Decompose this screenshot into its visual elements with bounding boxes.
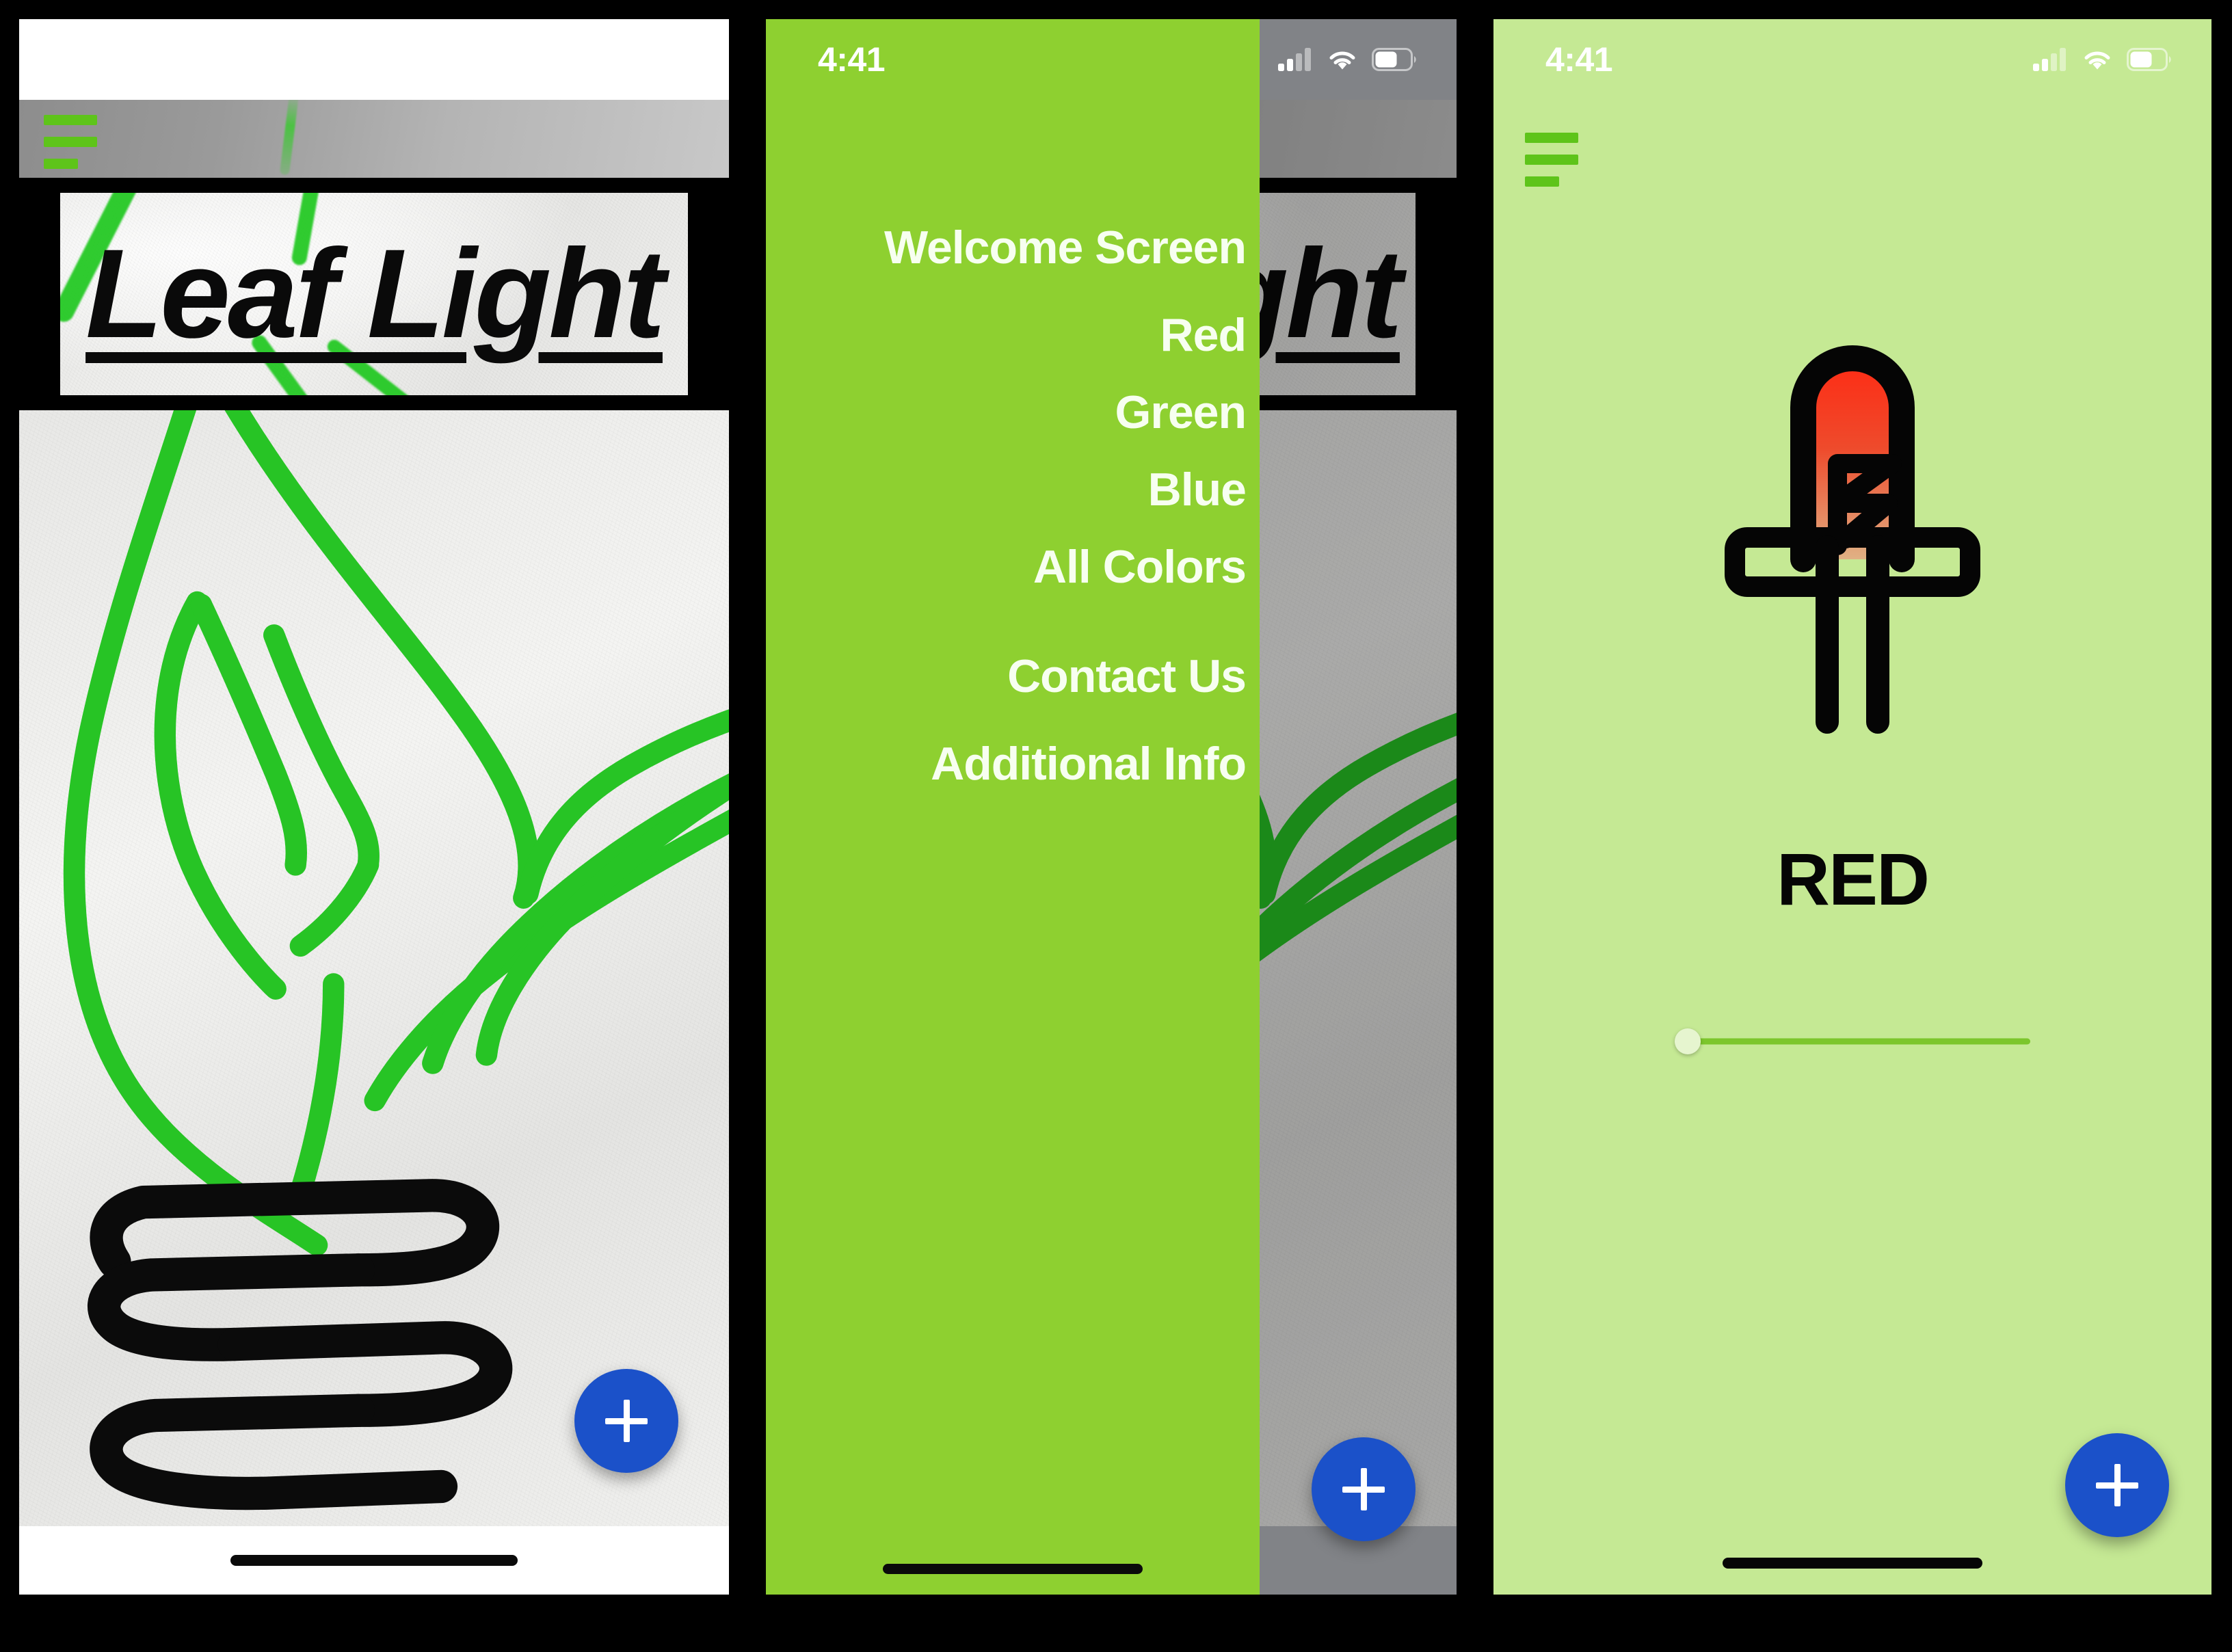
phone-screen-welcome: Leaf Light <box>19 19 729 1595</box>
hamburger-bar-2 <box>44 137 97 147</box>
menu-item-contact-us[interactable]: Contact Us <box>1007 653 1247 700</box>
menu-item-all-colors[interactable]: All Colors <box>1033 544 1247 590</box>
slider-thumb[interactable] <box>1675 1028 1701 1054</box>
slider-track <box>1687 1038 2030 1045</box>
navigation-drawer: Welcome Screen Red Green Blue All Colors… <box>766 19 1260 1595</box>
wifi-icon <box>2084 51 2110 70</box>
page-title: Leaf Light <box>85 223 665 364</box>
leaf-lightbulb-drawing <box>63 410 729 1510</box>
plus-icon <box>2096 1464 2138 1506</box>
status-bar: 4:41 <box>766 19 1457 100</box>
welcome-nav-band <box>19 100 729 178</box>
hamburger-bar-1 <box>1525 133 1578 143</box>
add-button[interactable] <box>574 1369 678 1473</box>
screenshot-stage: Leaf Light Welcome Screen Red Green Blue… <box>0 0 2232 1652</box>
wifi-icon <box>1329 51 1355 70</box>
add-button[interactable] <box>2065 1433 2169 1537</box>
hamburger-menu-icon[interactable] <box>1525 133 1578 187</box>
phone-screen-drawer: Leaf Light <box>766 19 1457 1595</box>
welcome-screen: Leaf Light <box>19 19 729 1595</box>
plus-icon <box>1342 1468 1385 1510</box>
welcome-statusbar-spacer <box>19 19 729 100</box>
led-bulb-icon <box>1716 306 1989 747</box>
menu-item-green[interactable]: Green <box>1115 389 1247 436</box>
cellular-signal-icon <box>2033 48 2066 71</box>
status-bar: 4:41 <box>1493 19 2211 100</box>
hamburger-bar-3 <box>44 159 78 169</box>
hamburger-bar-1 <box>44 115 97 125</box>
color-label: RED <box>1776 838 1930 920</box>
led-bulb-graphic <box>1725 345 1980 734</box>
add-button[interactable] <box>1312 1437 1416 1541</box>
home-indicator[interactable] <box>883 1564 1143 1574</box>
menu-item-blue[interactable]: Blue <box>1148 466 1247 513</box>
hamburger-bar-3 <box>1525 176 1559 187</box>
brightness-slider[interactable] <box>1675 1021 2030 1062</box>
status-bar-icons <box>2032 47 2172 72</box>
status-bar-icons <box>1277 47 1417 72</box>
menu-item-red[interactable]: Red <box>1160 312 1247 358</box>
phone-screen-red: 4:41 RED <box>1493 19 2211 1595</box>
menu-item-additional-info[interactable]: Additional Info <box>931 741 1247 787</box>
app-title-paper: Leaf Light <box>60 193 688 395</box>
hamburger-menu-icon[interactable] <box>44 115 97 169</box>
status-bar-time: 4:41 <box>1545 40 1613 79</box>
plus-icon <box>605 1400 648 1442</box>
paper-green-mark <box>279 100 300 176</box>
status-bar-time: 4:41 <box>818 40 886 79</box>
drawer-menu-list: Welcome Screen Red Green Blue All Colors… <box>766 224 1260 787</box>
battery-icon <box>2127 48 2171 71</box>
hamburger-bar-2 <box>1525 155 1578 165</box>
home-indicator[interactable] <box>230 1555 518 1566</box>
welcome-artwork <box>19 410 729 1526</box>
red-color-screen: 4:41 RED <box>1493 19 2211 1595</box>
welcome-bottom-bar <box>19 1526 729 1595</box>
app-title-band: Leaf Light <box>19 178 729 410</box>
cellular-signal-icon <box>1278 48 1311 71</box>
battery-icon <box>1372 48 1416 71</box>
menu-item-welcome-screen[interactable]: Welcome Screen <box>884 224 1247 271</box>
home-indicator[interactable] <box>1723 1558 1982 1569</box>
